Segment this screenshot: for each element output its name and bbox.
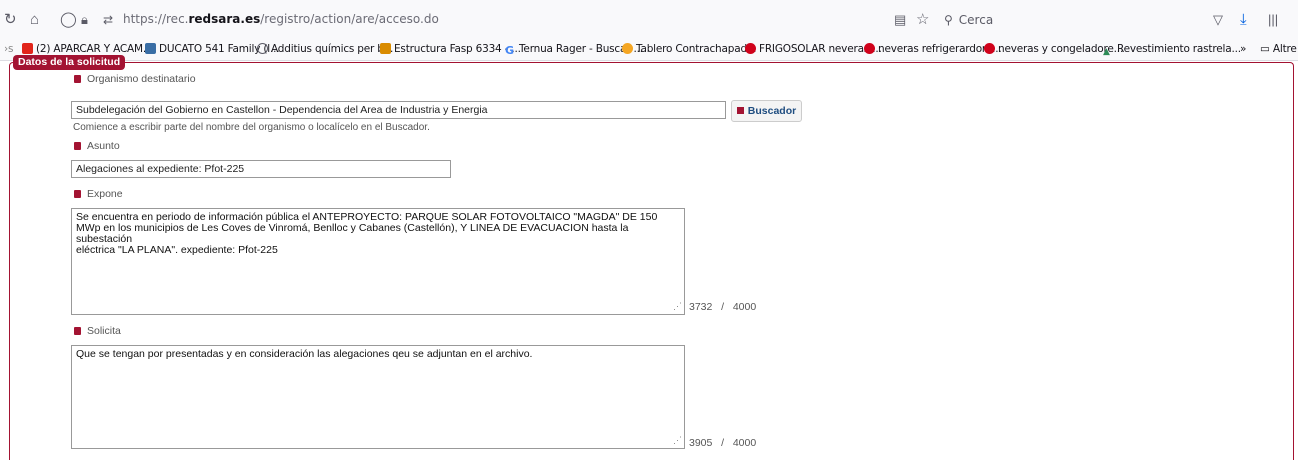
bookmark-item[interactable]: Estructura Fasp 6334 - ... — [380, 43, 521, 55]
asunto-input[interactable]: Alegaciones al expediente: Pfot-225 — [71, 160, 451, 178]
shield-icon[interactable]: ◯ — [60, 11, 77, 29]
buscador-button-label: Buscador — [747, 105, 797, 117]
bookmark-label: Additius químics per b... — [271, 43, 394, 55]
required-icon — [74, 190, 81, 198]
bookmark-item[interactable]: ▲ Revestimiento rastrela... — [1103, 43, 1241, 58]
chevron-right-icon[interactable]: » — [1240, 43, 1246, 55]
pocket-icon[interactable]: ▽ — [1213, 11, 1223, 29]
site-icon — [380, 43, 391, 54]
bookmark-label: neveras refrigerardore... — [878, 43, 1002, 55]
search-icon: ⚲ — [944, 13, 953, 27]
expone-label-text: Expone — [87, 188, 123, 200]
organismo-input[interactable]: Subdelegación del Gobierno en Castellon … — [71, 101, 726, 119]
gear-icon — [984, 43, 995, 54]
asunto-label: Asunto — [74, 140, 120, 152]
solicita-text: Que se tengan por presentadas y en consi… — [76, 348, 533, 360]
url-path: /registro/action/are/acceso.do — [260, 12, 439, 26]
gear-icon — [745, 43, 756, 54]
expone-text: Se encuentra en periodo de información p… — [76, 211, 658, 256]
other-bookmarks[interactable]: ▭ Altre — [1260, 43, 1297, 55]
expone-textarea[interactable]: Se encuentra en periodo de información p… — [71, 208, 685, 315]
image-icon — [145, 43, 156, 54]
expone-max: 4000 — [732, 301, 757, 313]
reload-icon[interactable]: ↻ — [4, 11, 17, 29]
required-icon — [74, 75, 81, 83]
asunto-label-text: Asunto — [87, 140, 120, 152]
bookmark-label: Estructura Fasp 6334 - ... — [394, 43, 521, 55]
triangle-icon: ▲ — [1103, 47, 1110, 57]
bookmark-label: (2) APARCAR Y ACAM... — [36, 43, 153, 55]
organismo-hint: Comience a escribir parte del nombre del… — [73, 122, 430, 133]
url-field[interactable]: https://rec.redsara.es/registro/action/a… — [123, 12, 439, 26]
globe-icon — [257, 43, 268, 54]
buscador-button[interactable]: Buscador — [731, 100, 802, 122]
panel-legend: Datos de la solicitud — [13, 55, 126, 70]
bookmark-star-icon[interactable]: ☆ — [916, 11, 929, 29]
bookmark-label: Tablero Contrachapad... — [636, 43, 757, 55]
library-icon[interactable]: ||| — [1268, 11, 1278, 29]
solicita-max: 4000 — [732, 437, 757, 449]
gear-icon — [864, 43, 875, 54]
required-icon — [74, 142, 81, 150]
solicita-count: 3905 — [689, 437, 713, 449]
expone-count: 3732 — [689, 301, 713, 313]
site-icon — [622, 43, 633, 54]
google-icon: G — [505, 44, 514, 57]
solicita-label-text: Solicita — [87, 325, 121, 337]
bookmark-overflow-left: ›s — [4, 43, 14, 55]
solicita-counter: 3905 / 4000 — [689, 437, 756, 449]
browser-toolbar: ↻ ⌂ ◯ 🔒︎ ⇄ https://rec.redsara.es/regist… — [0, 0, 1298, 41]
bookmark-item[interactable]: FRIGOSOLAR neveras ... — [745, 43, 882, 55]
bookmark-item[interactable]: Tablero Contrachapad... — [622, 43, 757, 55]
organismo-label: Organismo destinatario — [74, 73, 196, 85]
expone-sep: / — [721, 301, 725, 313]
organismo-label-text: Organismo destinatario — [87, 73, 196, 85]
resize-grip-icon[interactable]: ⋰ — [673, 435, 682, 446]
search-placeholder: Cerca — [958, 13, 994, 27]
bookmarks-toolbar: ›s (2) APARCAR Y ACAM... DUCATO 541 Fami… — [0, 40, 1298, 61]
permissions-icon[interactable]: ⇄ — [103, 11, 113, 29]
lock-icon[interactable]: 🔒︎ — [81, 11, 88, 29]
other-bookmarks-label: Altre — [1272, 43, 1297, 55]
expone-counter: 3732 / 4000 — [689, 301, 756, 313]
solicita-sep: / — [721, 437, 725, 449]
url-domain: redsara.es — [188, 12, 261, 26]
download-icon[interactable]: ⤓ — [1240, 11, 1247, 29]
bookmark-item[interactable]: (2) APARCAR Y ACAM... — [22, 43, 152, 55]
solicita-label: Solicita — [74, 325, 121, 337]
folder-icon: ▭ — [1260, 43, 1270, 55]
resize-grip-icon[interactable]: ⋰ — [673, 301, 682, 312]
reader-view-icon[interactable]: ▤ — [894, 11, 906, 29]
bookmark-label: Revestimiento rastrela... — [1117, 43, 1241, 55]
search-square-icon — [736, 107, 744, 114]
bookmark-item[interactable]: Additius químics per b... — [257, 43, 393, 55]
url-prefix: https://rec. — [123, 12, 189, 26]
youtube-icon — [22, 43, 33, 54]
home-icon[interactable]: ⌂ — [30, 11, 39, 29]
bookmark-item[interactable]: neveras refrigerardore... — [864, 43, 1002, 55]
expone-label: Expone — [74, 188, 123, 200]
solicita-textarea[interactable]: Que se tengan por presentadas y en consi… — [71, 345, 685, 449]
required-icon — [74, 327, 81, 335]
search-bar[interactable]: ⚲ Cerca — [944, 9, 1204, 31]
